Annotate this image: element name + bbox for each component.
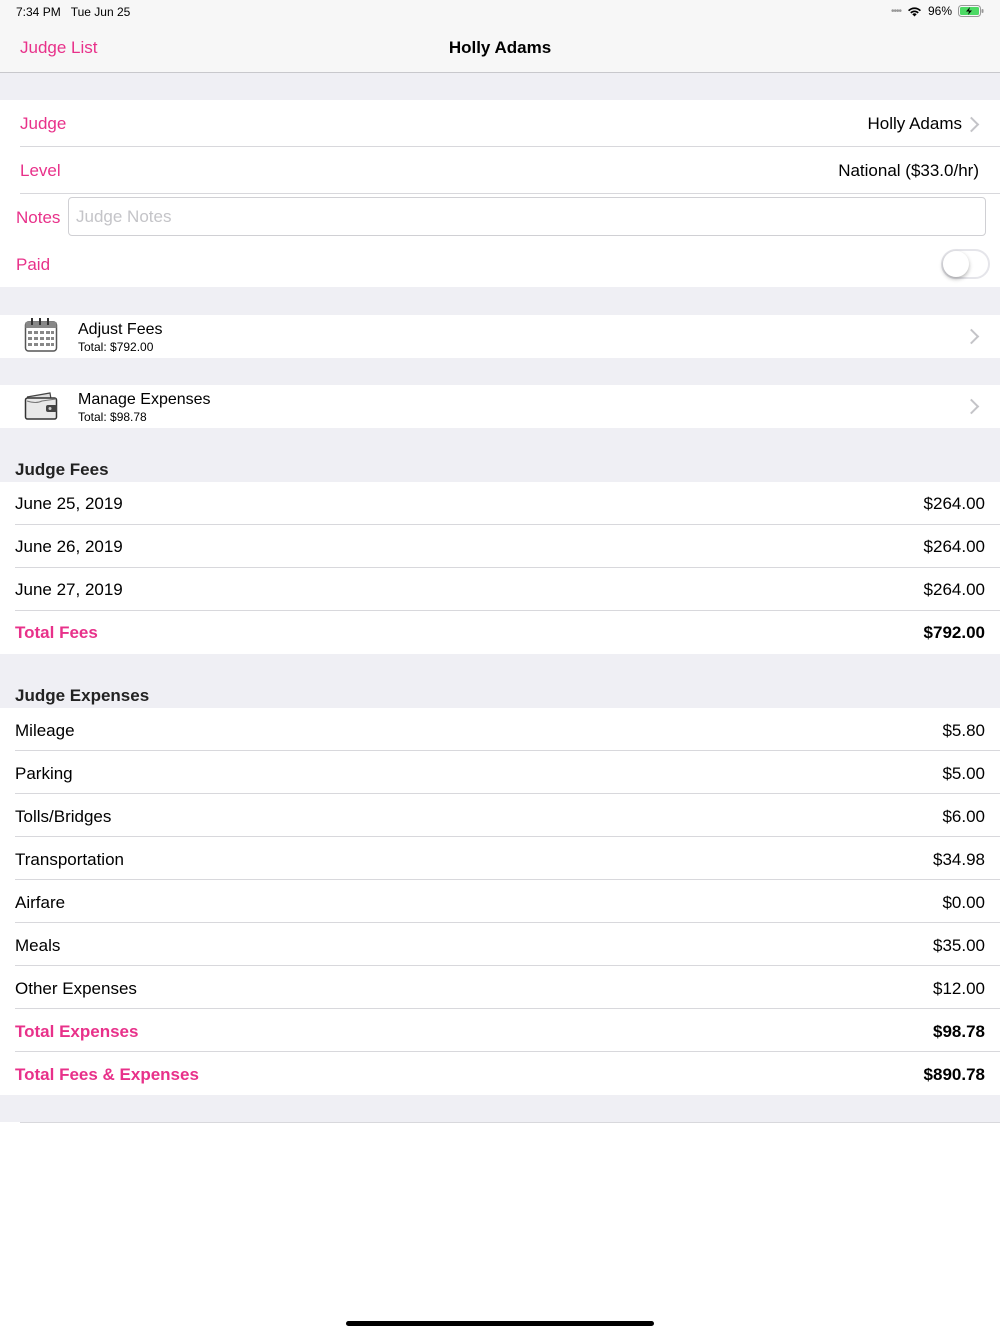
expenses-header: Judge Expenses bbox=[15, 686, 150, 705]
expense-label: Other Expenses bbox=[15, 979, 137, 998]
separator bbox=[20, 1122, 1000, 1123]
grand-total-value: $890.78 bbox=[923, 1065, 985, 1084]
chevron-right-icon bbox=[963, 328, 980, 345]
battery-charging-icon bbox=[958, 5, 984, 17]
manage-expenses-title: Manage Expenses bbox=[78, 391, 211, 408]
status-icons: •••• 96% bbox=[891, 4, 984, 18]
fees-header: Judge Fees bbox=[15, 460, 109, 479]
total-expenses-label: Total Expenses bbox=[15, 1022, 139, 1041]
fee-amount: $264.00 bbox=[923, 494, 985, 513]
expenses-section-header: Judge Expenses bbox=[0, 654, 1000, 708]
expense-row: Tolls/Bridges $6.00 bbox=[0, 794, 1000, 837]
section-gap bbox=[0, 1095, 1000, 1122]
wifi-icon bbox=[907, 6, 921, 16]
total-expenses-value: $98.78 bbox=[933, 1022, 985, 1041]
fee-date: June 25, 2019 bbox=[15, 494, 123, 513]
level-row: Level National ($33.0/hr) bbox=[0, 147, 1000, 194]
expense-amount: $12.00 bbox=[933, 979, 985, 998]
expense-row: Parking $5.00 bbox=[0, 751, 1000, 794]
adjust-fees-title: Adjust Fees bbox=[78, 321, 163, 338]
paid-label: Paid bbox=[16, 255, 51, 274]
status-bar: 7:34 PM Tue Jun 25 •••• 96% bbox=[0, 0, 1000, 24]
fee-row: June 26, 2019 $264.00 bbox=[0, 525, 1000, 568]
home-indicator[interactable] bbox=[346, 1321, 654, 1326]
judge-value: Holly Adams bbox=[867, 114, 962, 133]
fees-section-header: Judge Fees bbox=[0, 428, 1000, 482]
expense-row: Other Expenses $12.00 bbox=[0, 966, 1000, 1009]
expense-label: Tolls/Bridges bbox=[15, 807, 112, 826]
expense-row: Transportation $34.98 bbox=[0, 837, 1000, 880]
notes-input[interactable] bbox=[68, 197, 986, 236]
wallet-icon bbox=[24, 392, 58, 420]
notes-row: Notes bbox=[0, 194, 1000, 241]
level-value: National ($33.0/hr) bbox=[838, 161, 979, 180]
level-label: Level bbox=[20, 161, 61, 180]
navigation-bar: Judge List Holly Adams bbox=[0, 24, 1000, 73]
manage-expenses-subtitle: Total: $98.78 bbox=[78, 410, 147, 424]
status-time: 7:34 PM Tue Jun 25 bbox=[16, 5, 130, 19]
chevron-right-icon bbox=[963, 398, 980, 415]
expense-amount: $5.00 bbox=[942, 764, 985, 783]
adjust-fees-row[interactable]: Adjust Fees Total: $792.00 bbox=[0, 315, 1000, 358]
toggle-knob bbox=[943, 251, 969, 277]
judge-row[interactable]: Judge Holly Adams bbox=[0, 100, 1000, 147]
signal-dots-icon: •••• bbox=[890, 5, 902, 17]
total-expenses-row: Total Expenses $98.78 bbox=[0, 1009, 1000, 1052]
total-fees-value: $792.00 bbox=[923, 623, 985, 642]
grand-total-row: Total Fees & Expenses $890.78 bbox=[0, 1052, 1000, 1095]
chevron-right-icon bbox=[963, 116, 980, 133]
expense-label: Airfare bbox=[15, 893, 66, 912]
fee-amount: $264.00 bbox=[923, 580, 985, 599]
judge-label: Judge bbox=[20, 114, 67, 133]
paid-row: Paid bbox=[0, 241, 1000, 287]
expense-amount: $6.00 bbox=[942, 807, 985, 826]
fee-row: June 25, 2019 $264.00 bbox=[0, 482, 1000, 525]
fee-amount: $264.00 bbox=[923, 537, 985, 556]
expense-label: Mileage bbox=[15, 721, 75, 740]
section-gap bbox=[0, 358, 1000, 385]
status-date: Tue Jun 25 bbox=[70, 5, 131, 19]
expense-label: Parking bbox=[15, 764, 73, 783]
fee-date: June 27, 2019 bbox=[15, 580, 123, 599]
expense-amount: $35.00 bbox=[933, 936, 985, 955]
expense-amount: $5.80 bbox=[942, 721, 985, 740]
section-gap bbox=[0, 287, 1000, 315]
battery-percent: 96% bbox=[927, 4, 952, 18]
section-gap bbox=[0, 73, 1000, 100]
adjust-fees-subtitle: Total: $792.00 bbox=[78, 340, 154, 354]
grand-total-label: Total Fees & Expenses bbox=[15, 1065, 199, 1084]
manage-expenses-row[interactable]: Manage Expenses Total: $98.78 bbox=[0, 385, 1000, 428]
expense-row: Airfare $0.00 bbox=[0, 880, 1000, 923]
fee-date: June 26, 2019 bbox=[15, 537, 123, 556]
total-fees-row: Total Fees $792.00 bbox=[0, 611, 1000, 654]
paid-toggle[interactable] bbox=[941, 249, 990, 279]
page-title: Holly Adams bbox=[448, 38, 552, 57]
expense-label: Meals bbox=[15, 936, 61, 955]
expense-amount: $0.00 bbox=[942, 893, 985, 912]
status-time-text: 7:34 PM bbox=[16, 5, 61, 19]
expense-row: Mileage $5.80 bbox=[0, 708, 1000, 751]
expense-amount: $34.98 bbox=[933, 850, 985, 869]
calendar-icon bbox=[24, 318, 58, 352]
total-fees-label: Total Fees bbox=[15, 623, 98, 642]
fee-row: June 27, 2019 $264.00 bbox=[0, 568, 1000, 611]
expense-label: Transportation bbox=[15, 850, 124, 869]
expense-row: Meals $35.00 bbox=[0, 923, 1000, 966]
notes-label: Notes bbox=[16, 208, 61, 227]
